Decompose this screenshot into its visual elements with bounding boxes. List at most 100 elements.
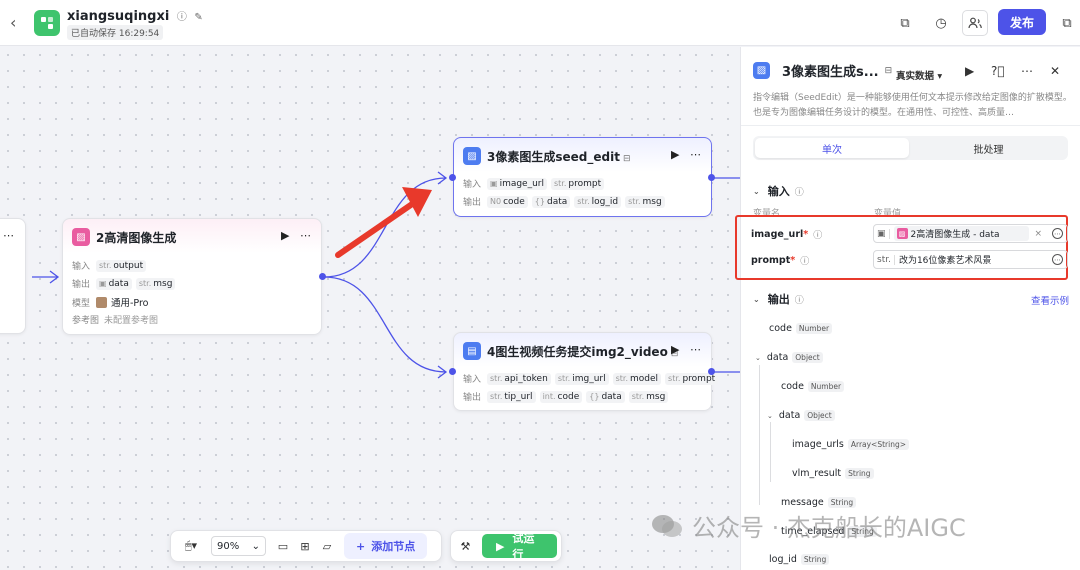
node-reference: 参考图 未配置参考图 xyxy=(72,313,158,326)
output-item: message String xyxy=(781,497,857,508)
node-2-output-port[interactable] xyxy=(319,273,326,280)
output-section-header[interactable]: ⌄ 输出 ⓘ xyxy=(753,291,804,307)
image-url-field[interactable]: ▣ ▨ 2高清图像生成 - data × ⋯ xyxy=(873,224,1068,243)
more-icon[interactable]: ⋯ xyxy=(300,229,311,242)
image-type-icon: ▣ xyxy=(490,179,498,188)
output-tag: str. log_id xyxy=(574,195,622,208)
model-value: 通用-Pro xyxy=(111,298,149,309)
variable-chip[interactable]: ▨ 2高清图像生成 - data xyxy=(893,226,1029,241)
output-tag: {} data xyxy=(586,390,625,403)
tab-single[interactable]: 单次 xyxy=(755,138,909,158)
chevron-down-icon: ⌄ xyxy=(755,353,761,362)
node-1-partial[interactable]: ⋯ xyxy=(0,218,26,334)
app-logo-icon xyxy=(34,10,60,36)
zoom-select[interactable]: 90% ⌄ xyxy=(211,536,266,556)
publish-button[interactable]: 发布 xyxy=(998,9,1046,35)
run-node-icon[interactable]: ▶ xyxy=(671,343,679,356)
image-generate-icon: ▨ xyxy=(896,228,908,239)
output-tag: str. msg xyxy=(628,390,669,403)
input-tag: str. img_url xyxy=(554,372,609,385)
annotation-arrow xyxy=(335,197,421,258)
expand-icon[interactable]: ⧉ xyxy=(1056,12,1078,34)
output-tag: str. msg xyxy=(625,195,665,208)
output-item: code Number xyxy=(769,323,833,334)
node-inputs: 输入 str. output xyxy=(72,259,150,272)
output-item: log_id String xyxy=(769,554,830,565)
input-prompt-label: prompt * ⓘ xyxy=(751,255,810,267)
input-tag: str. api_token xyxy=(487,372,551,385)
variable-mode-icon[interactable]: ⋯ xyxy=(1052,254,1063,265)
input-tag: str. output xyxy=(96,259,147,272)
workflow-canvas[interactable]: ⋯ ▨ 2高清图像生成 ▶ ⋯ 输入 str. output 输出 ▣ data s… xyxy=(0,47,740,570)
node-4-output-port[interactable] xyxy=(708,368,715,375)
annotation-arrowhead xyxy=(402,187,432,217)
edit-icon[interactable]: ✎ xyxy=(194,12,202,23)
output-tag: int. code xyxy=(539,390,583,403)
node-outputs: 输出 N0 code {} data str. log_id str. msg xyxy=(463,195,669,208)
node-4-input-port[interactable] xyxy=(449,368,456,375)
info-icon: ⓘ xyxy=(794,187,804,198)
copy-icon[interactable]: ⧉ xyxy=(894,12,916,34)
node-3[interactable]: ▨ 3像素图生成seed_edit ⊟ ▶ ⋯ 输入 ▣ image_url str… xyxy=(453,137,712,217)
history-icon[interactable]: ◷ xyxy=(930,12,952,34)
clear-icon[interactable]: × xyxy=(1035,229,1043,239)
close-icon[interactable]: ✕ xyxy=(1050,64,1060,78)
comment-icon[interactable]: ▭ xyxy=(272,535,294,557)
prompt-field[interactable]: str. 改为16位像素艺术风景 ⋯ xyxy=(873,250,1068,269)
run-node-icon[interactable]: ▶ xyxy=(281,229,289,242)
data-mode-select[interactable]: 真实数据 ▾ xyxy=(896,68,942,82)
app-name: xiangsuqingxi ⓘ ✎ xyxy=(67,8,203,24)
tab-batch[interactable]: 批处理 xyxy=(911,138,1066,158)
add-node-button[interactable]: + 添加节点 xyxy=(344,533,428,559)
node-4[interactable]: ▤ 4图生视频任务提交img2_video ⊟ ▶ ⋯ 输入 str. api_to… xyxy=(453,332,719,411)
image-type-icon: ▣ xyxy=(99,279,107,288)
prompt-value: 改为16位像素艺术风景 xyxy=(898,256,992,266)
output-tag: str. msg xyxy=(135,277,176,290)
run-node-icon[interactable]: ▶ xyxy=(671,148,679,161)
zoom-value: 90% xyxy=(217,540,240,552)
tree-line xyxy=(770,422,771,482)
canvas-toolbar: 🖱︎▾ 90% ⌄ ▭ ⊞ ▱ + 添加节点 xyxy=(170,530,442,562)
node-inputs: 输入 str. api_token str. img_url str. model s… xyxy=(463,372,722,385)
output-tag: ▣ data xyxy=(96,277,132,290)
output-item[interactable]: ⌄ data Object xyxy=(767,410,835,421)
image-edit-icon: ▨ xyxy=(753,62,770,79)
node-2[interactable]: ▨ 2高清图像生成 ▶ ⋯ 输入 str. output 输出 ▣ data str… xyxy=(62,218,322,335)
collaborators-icon[interactable] xyxy=(962,10,988,36)
more-icon[interactable]: ⋯ xyxy=(3,229,14,242)
help-icon[interactable]: ?⃝ xyxy=(991,64,1005,78)
tree-line xyxy=(759,365,760,505)
chevron-down-icon: ⌄ xyxy=(767,411,773,420)
info-icon[interactable]: ⓘ xyxy=(177,12,187,23)
more-icon[interactable]: ⋯ xyxy=(690,148,701,161)
variable-mode-icon[interactable]: ⋯ xyxy=(1052,228,1063,239)
input-tag: str. model xyxy=(612,372,662,385)
back-arrow-icon[interactable]: ‹ xyxy=(10,13,26,33)
reference-value: 未配置参考图 xyxy=(104,316,159,326)
image-type-icon: ▣ xyxy=(877,228,890,239)
node-title: 3像素图生成seed_edit ⊟ xyxy=(487,149,631,164)
node-title: 2高清图像生成 xyxy=(96,230,177,245)
grid-layout-icon[interactable]: ⊞ xyxy=(294,535,316,557)
divider xyxy=(741,125,1080,126)
node-config-panel: ▨ 3像素图生成s... ⊟ 真实数据 ▾ ▶ ?⃝ ⋯ ✕ 指令编辑（Seed… xyxy=(735,47,1080,570)
debug-icon[interactable]: ⚒ xyxy=(455,535,476,557)
node-3-output-port[interactable] xyxy=(708,174,715,181)
view-example-link[interactable]: 查看示例 xyxy=(1031,293,1069,307)
minimap-icon[interactable]: ▱ xyxy=(316,535,338,557)
plus-icon: + xyxy=(356,539,366,553)
more-icon[interactable]: ⋯ xyxy=(690,343,701,356)
more-icon[interactable]: ⋯ xyxy=(1021,64,1033,78)
output-item[interactable]: ⌄ data Object xyxy=(755,352,823,363)
info-icon: ⓘ xyxy=(813,231,823,241)
test-run-button[interactable]: ▶ 试运行 xyxy=(481,532,557,561)
chevron-down-icon: ⌄ xyxy=(753,186,760,196)
output-tag: N0 code xyxy=(487,195,528,208)
watermark: 公众号 · 杰克船长的AIGC xyxy=(650,508,966,543)
mouse-mode-icon[interactable]: 🖱︎▾ xyxy=(177,535,205,557)
input-tag: str. prompt xyxy=(551,177,605,190)
run-icon[interactable]: ▶ xyxy=(965,64,974,78)
input-section-header[interactable]: ⌄ 输入 ⓘ xyxy=(753,183,804,199)
node-3-input-port[interactable] xyxy=(449,174,456,181)
run-toolbar: ⚒ ▶ 试运行 xyxy=(450,530,562,562)
